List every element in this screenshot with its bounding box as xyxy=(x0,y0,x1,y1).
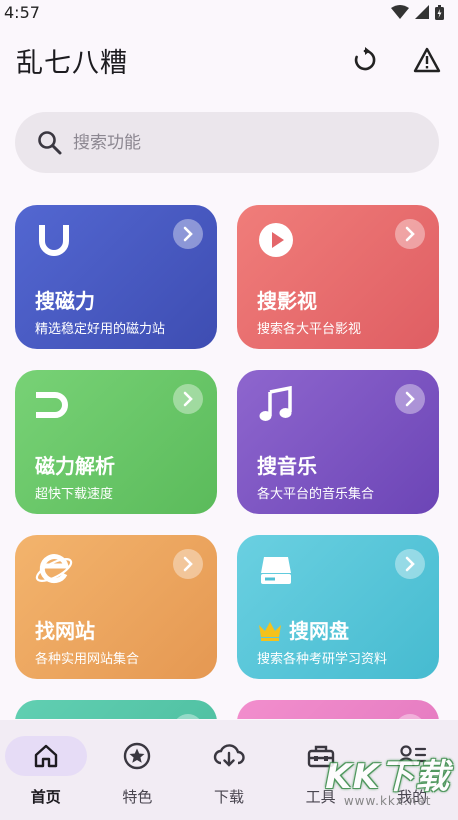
nav-download[interactable]: 下载 xyxy=(183,720,275,820)
chevron-right-icon xyxy=(183,226,193,242)
card-partial-right[interactable] xyxy=(237,700,439,719)
play-circle-icon xyxy=(259,223,293,257)
card-arrow-button[interactable] xyxy=(395,384,425,414)
crown-icon xyxy=(259,621,281,641)
watermark-url: www.kkx.net xyxy=(343,794,432,808)
bottom-nav: 首页 特色 下载 工具 我的 KK下载 www.kkx.net xyxy=(0,720,458,820)
card-subtitle: 精选稳定好用的磁力站 xyxy=(35,322,166,337)
card-title: 搜网盘 xyxy=(257,615,349,644)
refresh-button[interactable] xyxy=(348,43,382,77)
nav-featured[interactable]: 特色 xyxy=(92,720,184,820)
card-arrow-button[interactable] xyxy=(395,714,425,719)
search-icon xyxy=(38,130,62,154)
chevron-right-icon xyxy=(183,391,193,407)
card-subtitle: 各种实用网站集合 xyxy=(35,652,140,667)
magnet-icon xyxy=(36,392,68,418)
nav-pill xyxy=(188,736,270,776)
status-bar: 4:57 xyxy=(0,0,458,24)
nav-label: 首页 xyxy=(30,788,61,806)
card-title: 搜音乐 xyxy=(257,454,317,478)
app-bar: 乱七八糟 xyxy=(0,34,458,86)
card-arrow-button[interactable] xyxy=(173,714,203,719)
status-time: 4:57 xyxy=(4,2,40,22)
card-arrow-button[interactable] xyxy=(395,549,425,579)
chevron-right-icon xyxy=(183,556,193,572)
card-magnet-search[interactable]: 搜磁力 精选稳定好用的磁力站 xyxy=(15,205,217,349)
magnet-u-icon xyxy=(39,225,69,256)
chevron-right-icon xyxy=(405,391,415,407)
hard-drive-icon xyxy=(261,557,291,584)
nav-label: 特色 xyxy=(122,788,153,806)
home-icon xyxy=(34,744,57,768)
feature-grid: 搜磁力 精选稳定好用的磁力站 搜影视 搜索各大平台影视 磁力解析 超快下载速度 xyxy=(15,205,439,719)
card-subtitle: 搜索各种考研学习资料 xyxy=(257,652,388,667)
wifi-icon xyxy=(391,5,409,19)
search-bar[interactable] xyxy=(15,112,439,173)
chevron-right-icon xyxy=(405,556,415,572)
card-website-finder[interactable]: 找网站 各种实用网站集合 xyxy=(15,535,217,679)
card-video-search[interactable]: 搜影视 搜索各大平台影视 xyxy=(237,205,439,349)
card-title: 磁力解析 xyxy=(35,454,115,478)
chevron-right-icon xyxy=(405,226,415,242)
card-magnet-parse[interactable]: 磁力解析 超快下载速度 xyxy=(15,370,217,514)
battery-icon xyxy=(435,4,444,20)
nav-label: 下载 xyxy=(213,788,244,806)
card-title: 找网站 xyxy=(35,619,95,643)
nav-pill xyxy=(4,736,87,776)
browser-e-icon xyxy=(35,554,73,584)
card-arrow-button[interactable] xyxy=(173,549,203,579)
card-music-search[interactable]: 搜音乐 各大平台的音乐集合 xyxy=(237,370,439,514)
card-partial-left[interactable] xyxy=(15,700,217,719)
card-arrow-button[interactable] xyxy=(173,384,203,414)
signal-icon xyxy=(415,5,429,19)
card-subtitle: 超快下载速度 xyxy=(35,487,114,502)
music-note-icon xyxy=(259,386,292,421)
card-arrow-button[interactable] xyxy=(173,219,203,249)
status-icons xyxy=(391,4,444,20)
watermark-logo: KK下载 www.kkx.net xyxy=(325,749,450,808)
nav-pill xyxy=(96,736,178,776)
card-cloud-disk-search[interactable]: 搜网盘 搜索各种考研学习资料 xyxy=(237,535,439,679)
card-arrow-button[interactable] xyxy=(395,219,425,249)
nav-home[interactable]: 首页 xyxy=(0,720,92,820)
refresh-icon xyxy=(354,47,376,71)
app-title: 乱七八糟 xyxy=(16,47,128,79)
warning-button[interactable] xyxy=(410,43,444,77)
card-title: 搜影视 xyxy=(257,289,317,313)
card-title: 搜磁力 xyxy=(35,289,95,313)
star-circle-icon xyxy=(124,742,151,770)
app-actions xyxy=(348,43,444,77)
watermark-text: KK下载 xyxy=(325,757,450,797)
search-input[interactable] xyxy=(73,132,403,153)
warning-icon xyxy=(413,47,441,73)
card-subtitle: 搜索各大平台影视 xyxy=(257,322,362,337)
card-subtitle: 各大平台的音乐集合 xyxy=(257,487,375,502)
cloud-download-icon xyxy=(213,744,245,767)
